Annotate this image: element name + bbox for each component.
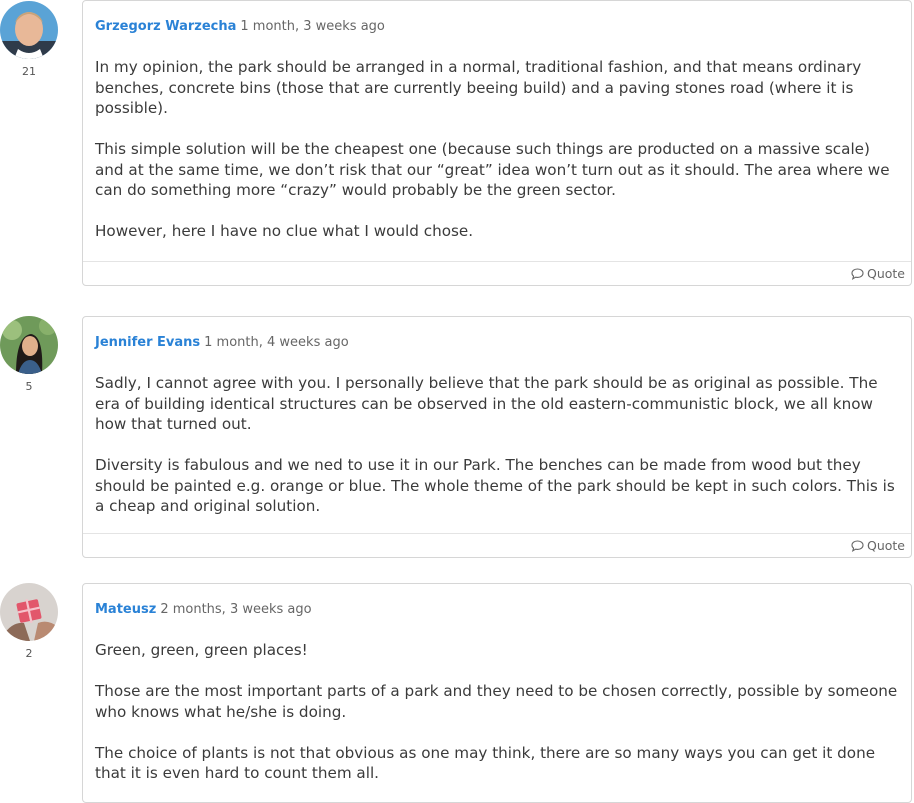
avatar[interactable]: [0, 316, 58, 374]
quote-button[interactable]: Quote: [851, 534, 905, 557]
man-portrait-icon: [0, 1, 58, 59]
comment-card: Jennifer Evans 1 month, 4 weeks ago Sadly…: [82, 316, 912, 558]
comment-paragraph: This simple solution will be the cheapes…: [95, 140, 890, 199]
comment-paragraph: Those are the most important parts of a …: [95, 682, 898, 721]
comment-paragraph: Diversity is fabulous and we ned to use …: [95, 456, 895, 515]
author-link[interactable]: Mateusz: [95, 602, 156, 617]
comment-body: In my opinion, the park should be arrang…: [83, 36, 911, 256]
gift-portrait-icon: [0, 583, 58, 641]
vote-score: 2: [25, 647, 33, 660]
comment-timestamp: 2 months, 3 weeks ago: [160, 602, 312, 617]
comment-body: Green, green, green places! Those are th…: [83, 619, 911, 798]
vote-score: 5: [25, 380, 33, 393]
comment-footer: Quote: [83, 261, 911, 285]
speech-bubble-icon: [851, 539, 864, 552]
vote-score: 21: [22, 65, 36, 78]
author-link[interactable]: Jennifer Evans: [95, 335, 200, 350]
comment-paragraph: Green, green, green places!: [95, 641, 308, 659]
author-link[interactable]: Grzegorz Warzecha: [95, 19, 236, 34]
comment-paragraph: However, here I have no clue what I woul…: [95, 222, 474, 240]
comment-header: Jennifer Evans 1 month, 4 weeks ago: [83, 317, 911, 352]
comment-timestamp: 1 month, 4 weeks ago: [204, 335, 349, 350]
avatar[interactable]: [0, 1, 58, 59]
avatar-column: 21: [0, 1, 58, 78]
woman-portrait-icon: [0, 316, 58, 374]
comment-card: Grzegorz Warzecha 1 month, 3 weeks ago In…: [82, 0, 912, 286]
comment-header: Mateusz 2 months, 3 weeks ago: [83, 584, 911, 619]
avatar-column: 2: [0, 583, 58, 660]
avatar[interactable]: [0, 583, 58, 641]
comment-paragraph: Sadly, I cannot agree with you. I person…: [95, 374, 878, 433]
comment-body: Sadly, I cannot agree with you. I person…: [83, 352, 911, 531]
comment-footer: Quote: [83, 533, 911, 557]
quote-label: Quote: [866, 266, 905, 281]
comment-paragraph: In my opinion, the park should be arrang…: [95, 58, 862, 117]
comment-header: Grzegorz Warzecha 1 month, 3 weeks ago: [83, 1, 911, 36]
quote-label: Quote: [866, 538, 905, 553]
comment-paragraph: The choice of plants is not that obvious…: [95, 743, 876, 783]
comment-timestamp: 1 month, 3 weeks ago: [240, 19, 385, 34]
comment-card: Mateusz 2 months, 3 weeks ago Green, gree…: [82, 583, 912, 803]
speech-bubble-icon: [851, 267, 864, 280]
quote-button[interactable]: Quote: [851, 262, 905, 285]
avatar-column: 5: [0, 316, 58, 393]
